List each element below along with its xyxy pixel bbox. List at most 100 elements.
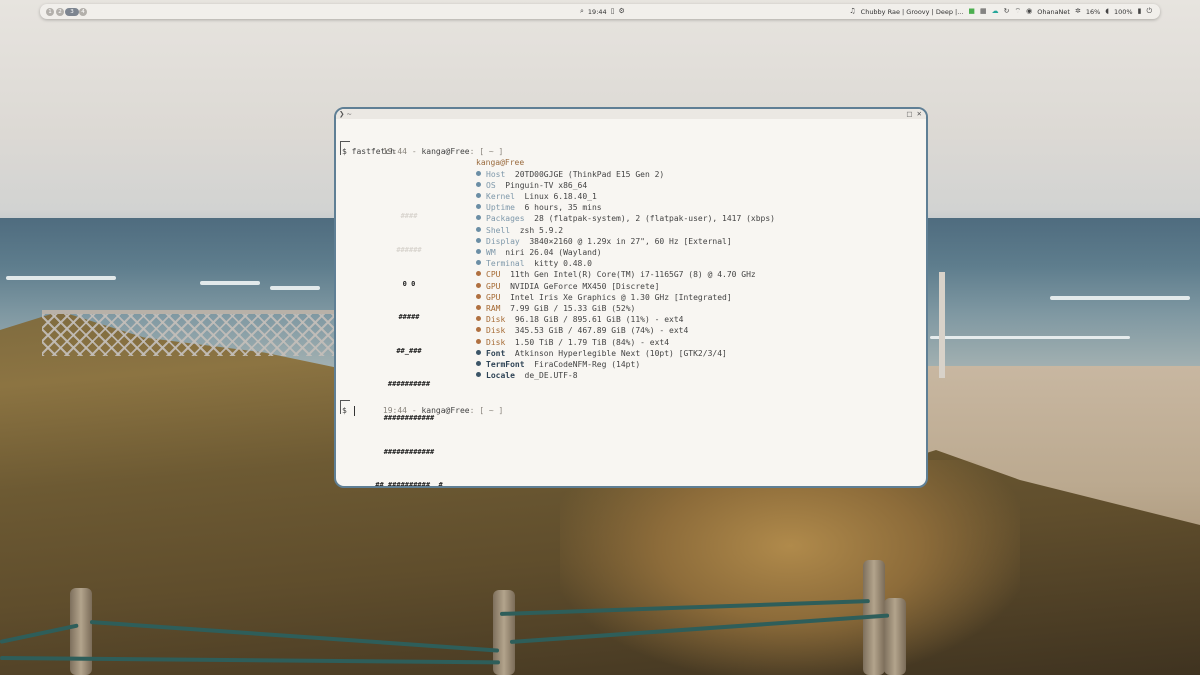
info-value: niri 26.04 (Wayland) (505, 247, 602, 257)
music-icon: ♫ (849, 7, 856, 15)
info-key: Disk (486, 337, 506, 347)
terminal-tab-title[interactable]: ❯ ~ (339, 109, 352, 119)
workspace-2[interactable]: 2 (56, 7, 64, 16)
settings-icon[interactable]: ⚙ (619, 4, 625, 19)
bullet-icon (476, 327, 481, 333)
bullet-icon (476, 215, 481, 221)
logo-line: ##_### (396, 346, 422, 355)
sync-icon[interactable]: ↻ (1004, 4, 1010, 19)
battery-value[interactable]: 100% (1114, 8, 1133, 16)
info-row: GPU Intel Iris Xe Graphics @ 1.30 GHz [I… (476, 292, 732, 303)
info-key: TermFont (486, 359, 525, 369)
status-area: ♫ Chubby Rae | Groovy | Deep |... ■ ▦ ☁ … (849, 4, 1152, 19)
info-value: Atkinson Hyperlegible Next (10pt) [GTK2/… (514, 348, 727, 358)
info-key: Packages (486, 214, 525, 224)
info-value: 7.99 GiB / 15.33 GiB (52%) (510, 303, 636, 313)
bullet-icon (476, 248, 481, 254)
info-value: Pinguin-TV x86_64 (505, 180, 588, 190)
info-key: Display (486, 236, 520, 246)
bullet-icon (476, 360, 481, 366)
logo-line: ##### (398, 313, 420, 322)
bullet-icon (476, 293, 481, 299)
info-key: Font (486, 348, 506, 358)
logo-line: ############ (383, 447, 435, 456)
bullet-icon (476, 226, 481, 232)
info-value: 28 (flatpak-system), 2 (flatpak-user), 1… (534, 214, 775, 224)
command-line: $ fastfetch (342, 147, 395, 156)
logo-line: ## ########## # (375, 481, 443, 488)
brightness-value[interactable]: 16% (1086, 8, 1100, 16)
media-title[interactable]: Chubby Rae | Groovy | Deep |... (861, 8, 964, 16)
bullet-icon (476, 338, 481, 344)
info-row: Uptime 6 hours, 35 mins (476, 202, 602, 213)
beach-pole (939, 272, 945, 378)
info-key: OS (486, 180, 496, 190)
terminal-window[interactable]: ❯ ~ □ ✕ 19:44 - kanga@Free: [ ~ ] $ fast… (334, 107, 928, 488)
power-icon[interactable]: ⏻ (1146, 4, 1152, 19)
info-key: GPU (486, 281, 501, 291)
lattice-fence (42, 310, 334, 356)
logo-line: ########## (387, 380, 431, 389)
network-icon: ◉ (1026, 7, 1033, 15)
cloud-icon[interactable]: ☁ (992, 4, 999, 19)
wifi-icon[interactable]: ⌔ (1015, 4, 1022, 19)
workspace-1[interactable]: 1 (46, 7, 54, 16)
bullet-icon (476, 237, 481, 243)
info-row: TermFont FiraCodeNFM-Reg (14pt) (476, 359, 640, 370)
info-key: Kernel (486, 191, 515, 201)
prompt-user: kanga@Free (421, 406, 470, 416)
info-row: Font Atkinson Hyperlegible Next (10pt) [… (476, 348, 727, 359)
info-row: OS Pinguin-TV x86_64 (476, 180, 587, 191)
top-panel: 1 2 3 4 ⌕ 19:44 ▯ ⚙ ♫ Chubby Rae | Groov… (40, 4, 1160, 19)
search-icon[interactable]: ⌕ (580, 4, 584, 19)
clipboard-icon[interactable]: ▯ (611, 4, 615, 19)
info-row: Disk 345.53 GiB / 467.89 GiB (74%) - ext… (476, 325, 688, 336)
info-row: Terminal kitty 0.48.0 (476, 258, 592, 269)
info-key: Locale (486, 371, 515, 381)
wave-foam (270, 286, 320, 290)
info-key: WM (486, 247, 496, 257)
app-tray-icon[interactable]: ■ (968, 4, 975, 19)
bullet-icon (476, 372, 481, 378)
info-value: de_DE.UTF-8 (524, 371, 578, 381)
info-row: CPU 11th Gen Intel(R) Core(TM) i7-1165G7… (476, 269, 756, 280)
bullet-icon (476, 260, 481, 266)
workspace-3[interactable]: 3 (65, 7, 79, 16)
bullet-icon (476, 349, 481, 355)
grid-icon[interactable]: ▦ (980, 4, 987, 19)
info-value: 345.53 GiB / 467.89 GiB (74%) - ext4 (514, 326, 689, 336)
info-value: NVIDIA GeForce MX450 [Discrete] (510, 281, 660, 291)
info-key: GPU (486, 292, 501, 302)
network-name[interactable]: OhanaNet (1037, 8, 1070, 16)
fetch-header: kanga@Free (476, 158, 525, 167)
wave-foam (6, 276, 116, 280)
prompt-time: 19:44 (382, 406, 407, 416)
ascii-logo: #### ###### 0 0 ##### ##_### ########## … (346, 189, 472, 488)
maximize-icon[interactable]: □ (906, 109, 912, 119)
wave-foam (1050, 296, 1190, 300)
info-key: Disk (486, 326, 506, 336)
wave-foam (930, 336, 1130, 339)
logo-line: 0 0 (402, 279, 416, 288)
workspace-4[interactable]: 4 (79, 7, 87, 16)
bullet-icon (476, 192, 481, 198)
info-value: 3840×2160 @ 1.29x in 27", 60 Hz [Externa… (529, 236, 732, 246)
info-row: RAM 7.99 GiB / 15.33 GiB (52%) (476, 303, 635, 314)
info-key: Terminal (486, 259, 525, 269)
close-icon[interactable]: ✕ (917, 109, 922, 119)
info-row: Disk 1.50 TiB / 1.79 TiB (84%) - ext4 (476, 337, 669, 348)
clock[interactable]: 19:44 (588, 8, 607, 16)
terminal-titlebar[interactable]: ❯ ~ □ ✕ (336, 109, 926, 119)
prompt-user: kanga@Free (421, 147, 470, 157)
info-value: 11th Gen Intel(R) Core(TM) i7-1165G7 (8)… (510, 270, 756, 280)
info-row: Shell zsh 5.9.2 (476, 225, 563, 236)
bullet-icon (476, 316, 481, 322)
info-row: Display 3840×2160 @ 1.29x in 27", 60 Hz … (476, 236, 732, 247)
info-value: 1.50 TiB / 1.79 TiB (84%) - ext4 (514, 337, 670, 347)
info-value: 6 hours, 35 mins (524, 203, 602, 213)
info-value: Intel Iris Xe Graphics @ 1.30 GHz [Integ… (510, 292, 732, 302)
info-value: Linux 6.18.40_1 (524, 191, 597, 201)
info-row: WM niri 26.04 (Wayland) (476, 247, 602, 258)
info-value: zsh 5.9.2 (519, 225, 564, 235)
volume-icon: ◖ (1105, 7, 1109, 15)
